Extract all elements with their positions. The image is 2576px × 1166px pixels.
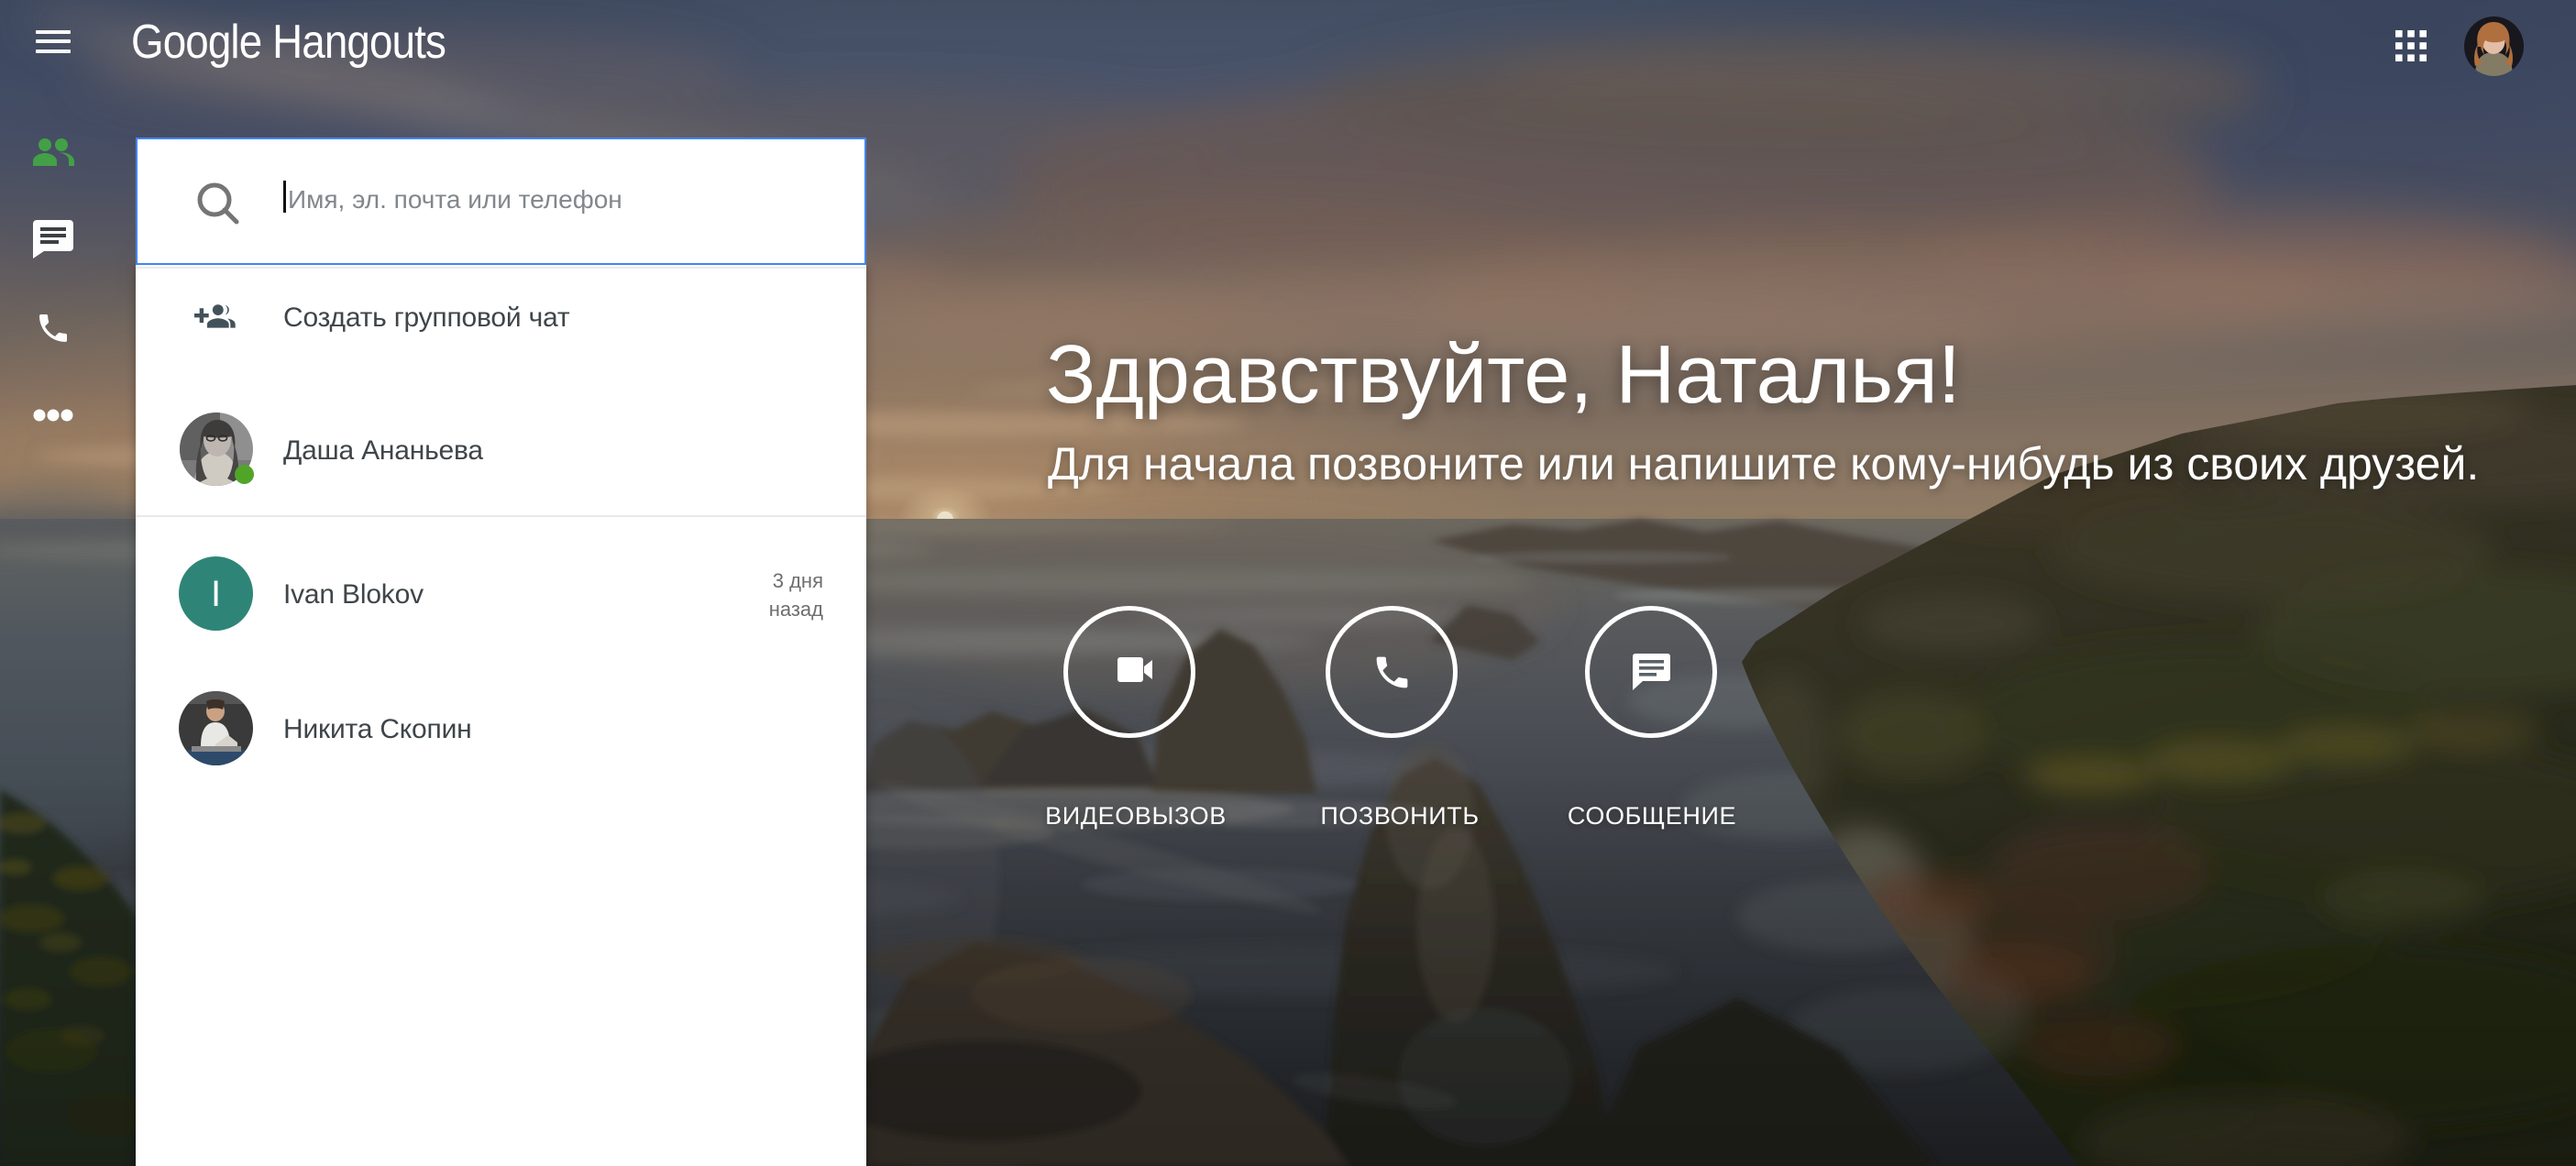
svg-text:I: I bbox=[211, 574, 221, 614]
